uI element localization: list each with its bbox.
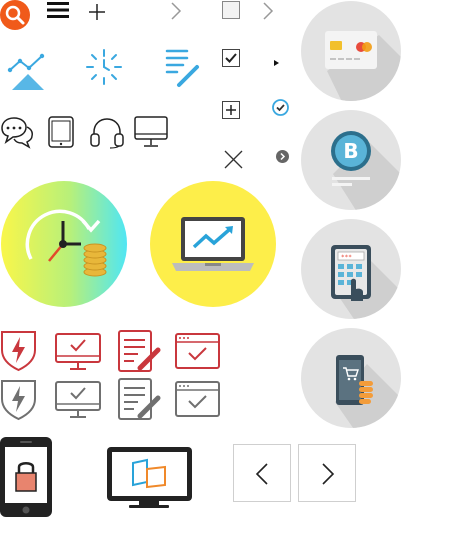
mobile-shopping-icon <box>301 328 401 428</box>
search-icon[interactable] <box>0 0 30 30</box>
next-button[interactable] <box>298 444 356 502</box>
chevron-right-icon[interactable] <box>171 2 182 20</box>
headset-icon <box>89 117 125 149</box>
calculator-display: *** <box>341 254 352 261</box>
plus-icon[interactable] <box>88 3 106 21</box>
monitor-window-icon <box>107 447 192 509</box>
monitor-check-icon <box>55 381 101 419</box>
menu-icon[interactable] <box>47 2 69 18</box>
chat-icon <box>0 116 34 149</box>
time-money-icon <box>1 181 127 307</box>
tablet-icon <box>48 116 74 148</box>
plus-box-icon[interactable] <box>222 101 240 119</box>
monitor-check-icon <box>55 333 101 371</box>
clock-sun-icon <box>85 48 123 86</box>
laptop-chart-icon <box>150 181 276 307</box>
document-pencil-icon <box>165 48 201 88</box>
checkbox-empty-icon[interactable] <box>222 1 240 19</box>
credit-card-icon <box>301 1 401 101</box>
small-triangle-icon[interactable] <box>274 60 279 66</box>
document-edit-icon <box>118 378 162 420</box>
checkbox-checked-icon[interactable] <box>222 49 240 67</box>
arrow-left-icon <box>255 463 268 485</box>
phone-lock-icon <box>0 437 52 517</box>
shield-lightning-icon <box>0 377 37 421</box>
chevron-right-icon[interactable] <box>263 2 274 20</box>
monitor-icon <box>134 116 168 148</box>
check-circle-icon[interactable] <box>272 99 289 116</box>
bitcoin-icon: B <box>301 110 401 210</box>
document-edit-icon <box>118 330 162 372</box>
close-icon[interactable] <box>224 150 243 169</box>
browser-check-icon <box>175 333 220 369</box>
arrow-right-icon <box>322 463 335 485</box>
previous-button[interactable] <box>233 444 291 502</box>
chevron-right-circle-icon[interactable] <box>276 150 289 163</box>
svg-text:B: B <box>343 139 358 163</box>
line-chart-icon <box>7 52 46 90</box>
calculator-icon: *** <box>301 219 401 319</box>
shield-lightning-icon <box>0 328 37 372</box>
browser-check-icon <box>175 381 220 417</box>
